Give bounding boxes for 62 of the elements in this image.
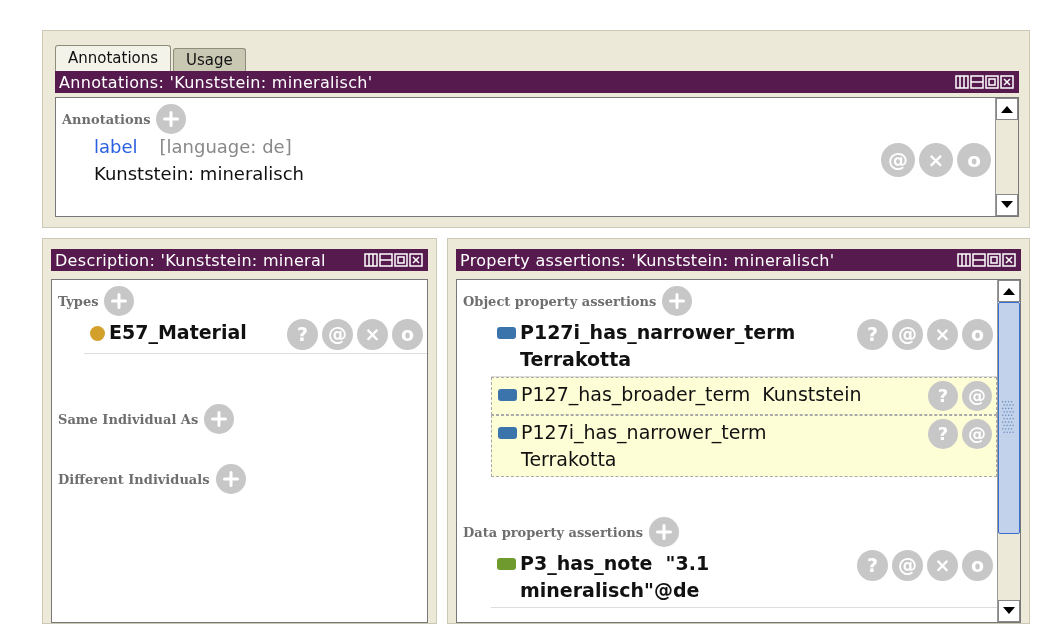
action-button[interactable]: o — [957, 143, 991, 177]
assertion-row[interactable]: P3_has_note "3.1 mineralisch"@de ? @ × o — [491, 547, 997, 608]
assertion-text: P127_has_broader_term Kunststein — [521, 382, 862, 408]
window-controls-icon[interactable] — [957, 253, 1017, 267]
view-title: Annotations: 'Kunststein: mineralisch' — [59, 72, 373, 92]
action-button[interactable]: ? — [928, 381, 958, 411]
assertion-text: P127i_has_narrower_term — [520, 320, 796, 346]
action-button[interactable]: o — [962, 319, 993, 350]
plus-icon — [656, 524, 673, 540]
action-button[interactable]: ? — [857, 319, 888, 350]
view-title: Description: 'Kunststein: mineral — [55, 250, 326, 270]
scrollbar[interactable] — [995, 98, 1018, 216]
section-header: Object property assertions — [463, 293, 657, 309]
assertion-text: mineralisch"@de — [520, 578, 701, 603]
scroll-down-icon[interactable] — [1003, 607, 1015, 615]
action-button[interactable]: @ — [962, 419, 992, 449]
plus-icon — [211, 411, 228, 427]
action-button[interactable]: @ — [892, 550, 923, 581]
assertion-text: P127i_has_narrower_term — [521, 420, 767, 446]
tab[interactable]: Annotations — [55, 45, 172, 71]
view-title: Property assertions: 'Kunststein: mineralisch' — [460, 250, 835, 270]
assertion-text: P3_has_note "3.1 — [520, 551, 710, 577]
assertion-text: Terrakotta — [520, 347, 633, 372]
window-controls-icon[interactable] — [364, 253, 424, 267]
scrollbar[interactable] — [997, 280, 1020, 622]
action-button[interactable]: o — [962, 550, 993, 581]
assertion-text: Terrakotta — [521, 447, 618, 472]
action-button[interactable]: × — [357, 319, 388, 350]
annotation-value: Kunststein: mineralisch — [94, 163, 304, 184]
tab[interactable]: Usage — [173, 48, 246, 71]
assertion-row[interactable]: E57_Material ? @ × o — [84, 316, 427, 354]
scroll-up-icon[interactable] — [1001, 105, 1013, 113]
action-button[interactable]: ? — [287, 319, 318, 350]
section-header: Same Individual As — [58, 411, 199, 427]
plus-icon — [111, 293, 128, 309]
annotation-property[interactable]: label — [94, 136, 138, 157]
scroll-up-icon[interactable] — [1003, 287, 1015, 295]
annotation-language: [language: de] — [159, 136, 292, 157]
inferred-assertion-row[interactable]: P127i_has_narrower_term Terrakotta ? @ — [491, 415, 997, 477]
action-button[interactable]: × — [927, 550, 958, 581]
action-button[interactable]: × — [919, 143, 953, 177]
action-button[interactable]: @ — [322, 319, 353, 350]
action-button[interactable]: o — [392, 319, 423, 350]
plus-icon — [222, 471, 239, 487]
action-button[interactable]: ? — [857, 550, 888, 581]
action-button[interactable]: ? — [928, 419, 958, 449]
inferred-assertion-row[interactable]: P127_has_broader_term Kunststein ? @ — [491, 377, 997, 415]
action-button[interactable]: × — [927, 319, 958, 350]
section-header: Annotations — [62, 111, 151, 127]
action-button[interactable]: @ — [962, 381, 992, 411]
assertion-text: E57_Material — [109, 320, 247, 346]
scroll-thumb[interactable] — [998, 302, 1020, 534]
action-button[interactable]: @ — [892, 319, 923, 350]
window-controls-icon[interactable] — [955, 75, 1015, 89]
action-button[interactable]: @ — [881, 143, 915, 177]
plus-icon — [669, 293, 686, 309]
section-header: Data property assertions — [463, 524, 644, 540]
scroll-down-icon[interactable] — [1001, 201, 1013, 209]
grip-icon — [1002, 401, 1016, 435]
plus-icon — [163, 111, 180, 127]
section-header: Types — [58, 293, 99, 309]
section-header: Different Individuals — [58, 471, 210, 487]
